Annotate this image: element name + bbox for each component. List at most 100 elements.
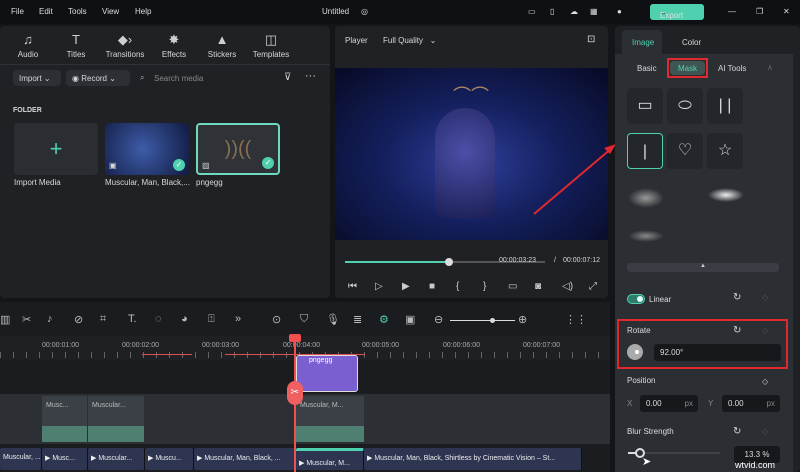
- volume-icon[interactable]: ◁): [562, 281, 573, 292]
- text-tool-icon[interactable]: T.: [128, 313, 137, 325]
- playhead-handle[interactable]: [289, 334, 301, 342]
- transform-icon[interactable]: ⍐: [208, 313, 215, 326]
- clip-muscular[interactable]: Muscular...: [88, 396, 144, 442]
- ai-icon[interactable]: ⚙: [379, 313, 389, 326]
- mask-linear[interactable]: |: [627, 133, 663, 169]
- restore-icon[interactable]: ❐: [756, 7, 763, 16]
- marker-icon[interactable]: ⛉: [300, 313, 308, 326]
- tag-icon[interactable]: ⊘: [74, 313, 83, 326]
- audio-list-icon[interactable]: ≣: [353, 313, 362, 326]
- stop-icon[interactable]: ■: [429, 281, 435, 292]
- mark-out-icon[interactable]: }: [483, 281, 486, 292]
- keyframe-icon[interactable]: ◇: [762, 326, 768, 335]
- scissors-icon[interactable]: ✂: [22, 313, 31, 326]
- menu-edit[interactable]: Edit: [39, 7, 53, 16]
- subtab-basic[interactable]: Basic: [637, 64, 657, 73]
- delete-icon[interactable]: ▥: [0, 313, 10, 326]
- prev-frame-icon[interactable]: ⏮: [348, 281, 357, 292]
- zoom-out-icon[interactable]: ⊖: [434, 313, 443, 326]
- linear-toggle[interactable]: [627, 294, 645, 304]
- mic-icon[interactable]: ●: [617, 7, 622, 16]
- clip-muscular[interactable]: Musc...: [42, 396, 87, 442]
- position-y-input[interactable]: 0.00 px: [722, 395, 780, 412]
- expand-masks-button[interactable]: ▲: [627, 263, 779, 272]
- audio-edit-icon[interactable]: ♪: [47, 313, 53, 325]
- snapshot-icon[interactable]: ⊡: [587, 34, 595, 45]
- toolbar-audio[interactable]: ♫ Audio: [6, 32, 50, 59]
- split-scissors-icon[interactable]: ✂: [287, 381, 303, 405]
- filter-icon[interactable]: ⊽: [284, 72, 291, 83]
- quality-dropdown[interactable]: Full Quality ⌄: [383, 36, 436, 45]
- export-button[interactable]: Export ⌄: [650, 4, 704, 20]
- zoom-in-icon[interactable]: ⊕: [518, 313, 527, 326]
- menu-tools[interactable]: Tools: [68, 7, 87, 16]
- main-clip[interactable]: ▶ Muscular, Man, Black, ...: [194, 448, 296, 470]
- main-clip-selected[interactable]: ▶ Muscular, M...: [296, 448, 364, 470]
- media-item-video[interactable]: ▣ ✓: [105, 123, 189, 175]
- more-icon[interactable]: ···: [305, 70, 316, 82]
- keyframe-icon[interactable]: ◇: [762, 377, 768, 386]
- tab-color[interactable]: Color: [682, 38, 701, 47]
- voiceover-icon[interactable]: 🎙︎: [326, 313, 340, 326]
- rotate-dial[interactable]: [627, 344, 643, 360]
- mask-smoke[interactable]: [628, 230, 664, 242]
- mask-star[interactable]: ☆: [707, 133, 743, 169]
- camera-icon[interactable]: ◙: [535, 281, 541, 292]
- mask-ellipse[interactable]: ⬭: [667, 88, 703, 124]
- render-icon[interactable]: ⊙: [272, 313, 281, 326]
- menu-file[interactable]: File: [11, 7, 24, 16]
- save-as-icon[interactable]: ▯: [550, 7, 554, 16]
- minimize-icon[interactable]: —: [728, 7, 736, 16]
- clip-pngegg[interactable]: pngegg: [296, 355, 358, 392]
- toolbar-transitions[interactable]: ◆› Transitions: [103, 32, 147, 59]
- reset-icon[interactable]: ↻: [733, 292, 741, 303]
- keyframe-icon[interactable]: ◇: [762, 427, 768, 436]
- subtab-ai-tools[interactable]: AI Tools: [718, 64, 746, 73]
- blur-slider[interactable]: [628, 448, 720, 458]
- menu-view[interactable]: View: [102, 7, 119, 16]
- search-input[interactable]: Search media: [154, 74, 203, 83]
- toolbar-effects[interactable]: ✸ Effects: [152, 32, 196, 59]
- save-icon[interactable]: ▭: [528, 7, 536, 16]
- collapse-icon[interactable]: ∧: [767, 63, 773, 72]
- cloud-icon[interactable]: ☁: [570, 7, 578, 16]
- speed-icon[interactable]: ◌: [155, 313, 162, 325]
- mask-heart[interactable]: ♡: [667, 133, 703, 169]
- pip-icon[interactable]: ▣: [405, 313, 415, 326]
- toolbar-titles[interactable]: T Titles: [54, 32, 98, 59]
- keyframe-icon[interactable]: ◇: [762, 293, 768, 302]
- import-media-tile[interactable]: +: [14, 123, 98, 175]
- crop-icon[interactable]: ⌗: [100, 313, 106, 326]
- mask-brush[interactable]: [628, 188, 664, 208]
- media-item-pngegg[interactable]: ))((▨ ✓: [196, 123, 280, 175]
- mark-in-icon[interactable]: {: [456, 281, 459, 292]
- display-icon[interactable]: ▭: [508, 281, 517, 292]
- toolbar-templates[interactable]: ◫ Templates: [249, 32, 293, 59]
- rotate-input[interactable]: 92.00°: [654, 344, 781, 361]
- main-clip[interactable]: Muscular, ...: [0, 448, 42, 470]
- play-reverse-icon[interactable]: ▷: [375, 281, 383, 292]
- clip-muscular[interactable]: Muscular, M...: [296, 396, 364, 442]
- reset-icon[interactable]: ↻: [733, 426, 741, 437]
- close-icon[interactable]: ✕: [783, 7, 790, 16]
- fullscreen-icon[interactable]: ⤢: [589, 281, 597, 292]
- more-tools-icon[interactable]: »: [235, 313, 241, 325]
- zoom-slider[interactable]: [450, 318, 515, 323]
- play-icon[interactable]: ▶: [402, 281, 410, 292]
- position-x-input[interactable]: 0.00 px: [640, 395, 698, 412]
- main-clip[interactable]: ▶ Muscular, Man, Black, Shirtless by Cin…: [364, 448, 582, 470]
- mask-double-line[interactable]: | |: [707, 88, 743, 124]
- menu-help[interactable]: Help: [135, 7, 151, 16]
- reset-icon[interactable]: ↻: [733, 325, 741, 336]
- main-clip[interactable]: ▶ Muscular...: [88, 448, 145, 470]
- main-clip[interactable]: ▶ Musc...: [42, 448, 88, 470]
- color-palette-icon[interactable]: ◕: [181, 313, 188, 325]
- grid-icon[interactable]: ▦: [590, 7, 598, 16]
- mask-rectangle[interactable]: ▭: [627, 88, 663, 124]
- mask-cloud[interactable]: [708, 188, 744, 202]
- layout-icon[interactable]: ⋮⋮: [565, 313, 587, 326]
- tab-image[interactable]: Image: [622, 30, 662, 54]
- import-dropdown[interactable]: Import ⌄: [13, 70, 61, 86]
- toolbar-stickers[interactable]: ▲ Stickers: [200, 32, 244, 59]
- record-dropdown[interactable]: ◉ Record ⌄: [66, 70, 130, 86]
